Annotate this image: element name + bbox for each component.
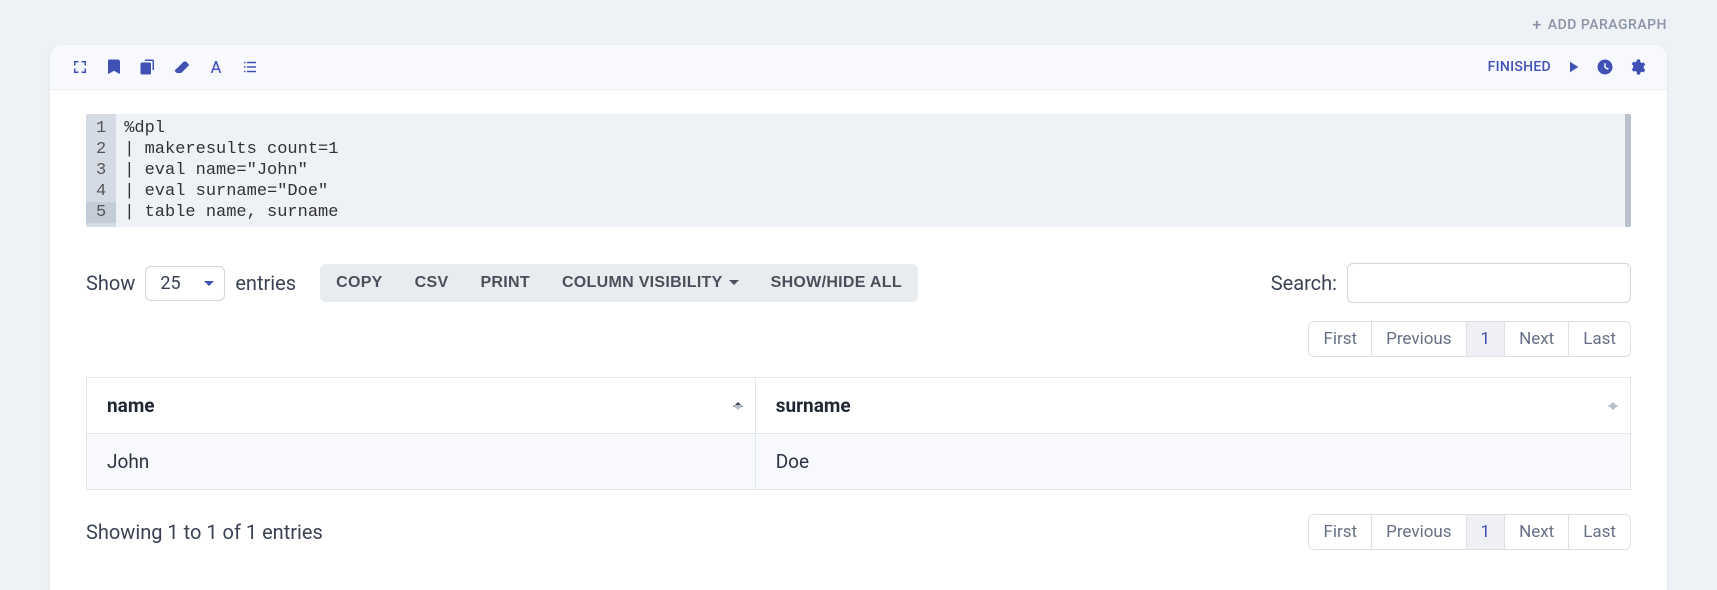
page-first-button[interactable]: First: [1308, 321, 1372, 357]
column-label: surname: [776, 394, 851, 417]
search-input[interactable]: [1347, 263, 1631, 303]
page-last-button[interactable]: Last: [1569, 514, 1631, 550]
pagination-bottom: First Previous 1 Next Last: [1308, 514, 1631, 550]
page-size-select[interactable]: 25: [145, 266, 225, 301]
sort-icon: [733, 397, 743, 415]
book-icon[interactable]: [104, 57, 124, 77]
plus-icon: +: [1532, 15, 1541, 34]
code-content: %dpl | makeresults count=1 | eval name="…: [116, 114, 1625, 227]
page-size-value: 25: [160, 273, 180, 294]
list-icon[interactable]: [240, 57, 260, 77]
code-editor[interactable]: 12345 %dpl | makeresults count=1 | eval …: [86, 114, 1631, 227]
column-header-name[interactable]: name: [87, 378, 756, 434]
show-label: Show: [86, 271, 135, 295]
play-icon[interactable]: [1563, 57, 1583, 77]
csv-button[interactable]: CSV: [399, 264, 465, 302]
page-next-button[interactable]: Next: [1505, 321, 1569, 357]
export-buttons: COPY CSV PRINT COLUMN VISIBILITY SHOW/HI…: [320, 264, 918, 302]
cell-surname: Doe: [755, 434, 1630, 490]
column-header-surname[interactable]: surname: [755, 378, 1630, 434]
column-label: name: [107, 394, 155, 417]
page-number-button[interactable]: 1: [1467, 514, 1506, 550]
cell-name: John: [87, 434, 756, 490]
line-gutter: 12345: [86, 114, 116, 227]
page-last-button[interactable]: Last: [1569, 321, 1631, 357]
table-row: John Doe: [87, 434, 1631, 490]
copy-button[interactable]: COPY: [320, 264, 399, 302]
page-previous-button[interactable]: Previous: [1372, 514, 1466, 550]
eraser-icon[interactable]: [172, 57, 192, 77]
clock-icon[interactable]: [1595, 57, 1615, 77]
column-visibility-button[interactable]: COLUMN VISIBILITY: [546, 264, 755, 302]
results-table: name surname John Doe: [86, 377, 1631, 490]
paragraph-card: FINISHED 12345 %dpl | makeresul: [50, 45, 1667, 590]
code-line: %dpl: [124, 118, 1617, 139]
collapse-icon[interactable]: [70, 57, 90, 77]
font-icon[interactable]: [206, 57, 226, 77]
status-label: FINISHED: [1488, 59, 1551, 75]
code-line: | makeresults count=1: [124, 139, 1617, 160]
page-number-button[interactable]: 1: [1467, 321, 1506, 357]
add-paragraph-button[interactable]: + ADD PARAGRAPH: [1532, 17, 1667, 33]
entries-label: entries: [235, 271, 296, 295]
code-line: | table name, surname: [124, 202, 1617, 223]
print-button[interactable]: PRINT: [464, 264, 546, 302]
copy-icon[interactable]: [138, 57, 158, 77]
pagination-top: First Previous 1 Next Last: [1308, 321, 1631, 357]
page-next-button[interactable]: Next: [1505, 514, 1569, 550]
page-previous-button[interactable]: Previous: [1372, 321, 1466, 357]
gear-icon[interactable]: [1627, 57, 1647, 77]
page-first-button[interactable]: First: [1308, 514, 1372, 550]
card-header: FINISHED: [50, 45, 1667, 90]
show-hide-all-button[interactable]: SHOW/HIDE ALL: [755, 264, 918, 302]
add-paragraph-label: ADD PARAGRAPH: [1548, 17, 1667, 33]
sort-icon: [1608, 397, 1618, 415]
table-info: Showing 1 to 1 of 1 entries: [86, 520, 323, 544]
code-line: | eval name="John": [124, 160, 1617, 181]
search-label: Search:: [1271, 271, 1337, 295]
code-line: | eval surname="Doe": [124, 181, 1617, 202]
